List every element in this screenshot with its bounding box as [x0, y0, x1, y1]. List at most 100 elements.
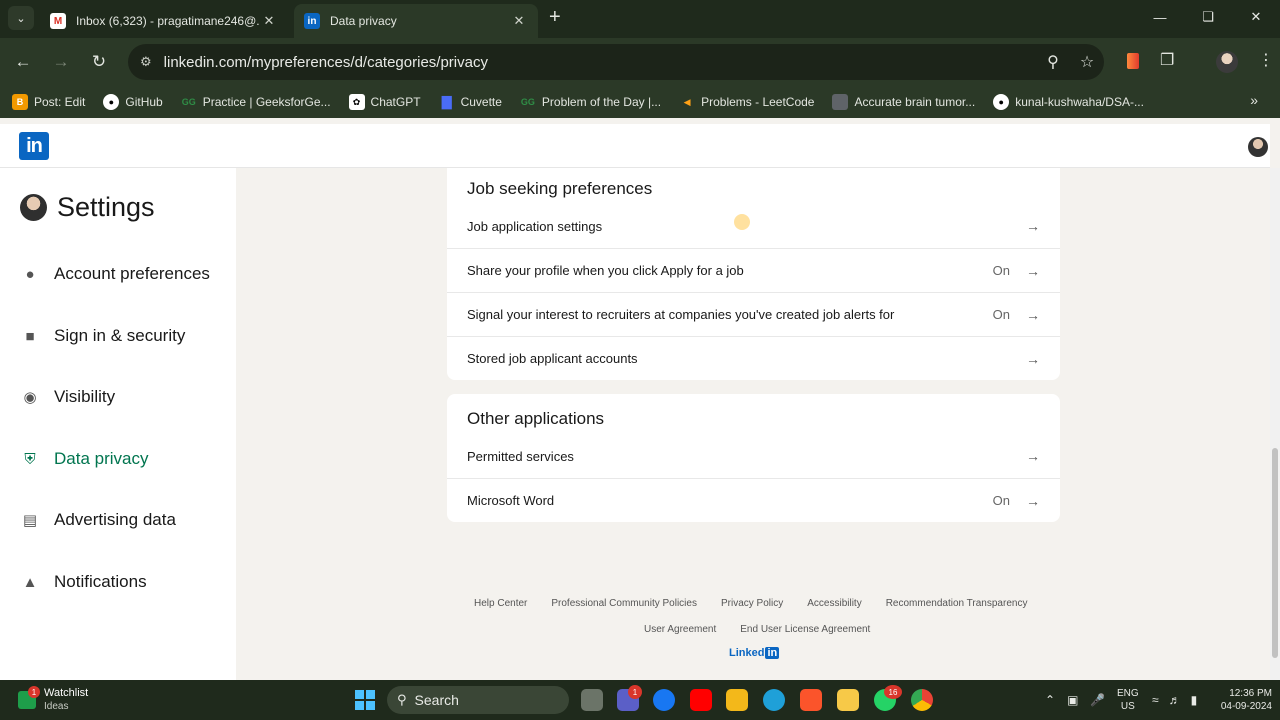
- row-label: Signal your interest to recruiters at co…: [467, 307, 895, 322]
- windows-taskbar: 1 Watchlist Ideas ⚲ Search 1 16 ⌃ ▣ 🎤 EN…: [0, 680, 1280, 720]
- row-share-profile-apply[interactable]: Share your profile when you click Apply …: [447, 248, 1060, 292]
- tab-data-privacy[interactable]: in Data privacy ✕: [294, 4, 538, 38]
- edge-icon[interactable]: [763, 689, 785, 711]
- status-text: On: [992, 307, 1010, 322]
- chatgpt-icon: ✿: [348, 94, 365, 110]
- close-icon[interactable]: ✕: [510, 13, 528, 29]
- task-view-icon[interactable]: [581, 689, 603, 711]
- footer-link[interactable]: Accessibility: [807, 598, 861, 609]
- show-hidden-icons-chevron-icon[interactable]: ⌃: [1045, 693, 1055, 707]
- taskbar-search[interactable]: ⚲ Search: [387, 686, 569, 714]
- reload-icon[interactable]: ↻: [88, 52, 110, 72]
- sidebar-item-advertising-data[interactable]: ▤ Advertising data: [20, 510, 176, 530]
- sidebar-item-label: Advertising data: [54, 510, 176, 529]
- forward-arrow-icon[interactable]: →: [50, 52, 72, 72]
- bookmark-post-edit[interactable]: B Post: Edit: [12, 94, 85, 110]
- linkedin-icon: in: [304, 13, 320, 29]
- url-text[interactable]: linkedin.com/mypreferences/d/categories/…: [164, 54, 1036, 71]
- address-bar[interactable]: ⚙ linkedin.com/mypreferences/d/categorie…: [128, 44, 1104, 80]
- bookmark-geeksforgeeks[interactable]: GG Practice | GeeksforGe...: [181, 94, 331, 110]
- back-arrow-icon[interactable]: ←: [12, 52, 34, 72]
- file-explorer-icon[interactable]: [837, 689, 859, 711]
- windows-start-icon[interactable]: [355, 690, 375, 710]
- chrome-menu-icon[interactable]: ⋮: [1258, 50, 1274, 70]
- bell-icon: ▲: [22, 573, 38, 591]
- chrome-icon[interactable]: [911, 689, 933, 711]
- header-avatar[interactable]: [1248, 137, 1268, 157]
- bookmarks-overflow-icon[interactable]: »: [1250, 92, 1258, 108]
- github-icon: ●: [103, 94, 120, 110]
- sidebar-item-data-privacy[interactable]: ⛨ Data privacy: [20, 449, 148, 469]
- minimize-icon[interactable]: —: [1136, 0, 1184, 34]
- extensions-puzzle-icon[interactable]: ❐: [1160, 50, 1174, 70]
- sidebar-item-visibility[interactable]: ◉ Visibility: [20, 387, 115, 407]
- tab-gmail[interactable]: M Inbox (6,323) - pragatimane246@... ✕: [40, 4, 288, 38]
- bookmark-leetcode[interactable]: ◀ Problems - LeetCode: [679, 94, 815, 110]
- volume-icon: ♬: [1168, 693, 1181, 707]
- site-info-icon[interactable]: ⚙: [140, 54, 152, 70]
- linkedin-logo-icon[interactable]: in: [19, 132, 49, 160]
- microsoft-store-icon[interactable]: [726, 689, 748, 711]
- window-controls: — ❏ ✕: [1136, 0, 1280, 34]
- row-stored-applicant-accounts[interactable]: Stored job applicant accounts →: [447, 336, 1060, 380]
- new-tab-plus-icon[interactable]: +: [549, 7, 561, 27]
- arrow-right-icon: →: [1026, 262, 1040, 279]
- bookmark-cuvette[interactable]: ▇ Cuvette: [439, 94, 502, 110]
- bookmark-label: Post: Edit: [34, 95, 86, 109]
- scrollbar-thumb[interactable]: [1272, 448, 1278, 658]
- eye-icon: ◉: [23, 389, 37, 406]
- row-permitted-services[interactable]: Permitted services →: [447, 434, 1060, 478]
- brave-icon[interactable]: [800, 689, 822, 711]
- footer-link[interactable]: Help Center: [474, 598, 527, 609]
- restore-icon[interactable]: ❏: [1184, 0, 1232, 34]
- close-icon[interactable]: ✕: [260, 13, 278, 29]
- footer-link[interactable]: Privacy Policy: [721, 598, 783, 609]
- bookmark-star-icon[interactable]: ☆: [1070, 52, 1104, 72]
- zoom-search-icon[interactable]: ⚲: [1036, 52, 1070, 72]
- ad-icon: ▤: [22, 512, 38, 529]
- cuvette-icon: ▇: [441, 94, 452, 109]
- row-signal-interest-recruiters[interactable]: Signal your interest to recruiters at co…: [447, 292, 1060, 336]
- arrow-right-icon: →: [1026, 306, 1040, 323]
- browser-profile-avatar[interactable]: [1216, 51, 1238, 73]
- linkedin-header: in: [0, 124, 1270, 168]
- arrow-right-icon: →: [1026, 448, 1040, 464]
- window-close-icon[interactable]: ✕: [1232, 0, 1280, 34]
- language-region: US: [1120, 701, 1135, 712]
- input-language-indicator[interactable]: ENG US: [1117, 687, 1139, 713]
- microphone-icon[interactable]: 🎤: [1090, 693, 1105, 707]
- bookmark-label: Practice | GeeksforGe...: [202, 95, 331, 109]
- section-title: Other applications: [467, 409, 605, 428]
- bookmark-github[interactable]: ● GitHub: [103, 94, 163, 110]
- sidebar-item-label: Sign in & security: [54, 326, 186, 345]
- facebook-icon[interactable]: [653, 689, 675, 711]
- tab-search-chevron-icon[interactable]: ⌄: [8, 6, 34, 30]
- footer-link[interactable]: Professional Community Policies: [551, 598, 697, 609]
- geeksforgeeks-icon: GG: [181, 97, 196, 107]
- page-scrollbar[interactable]: [1270, 168, 1280, 680]
- bookmark-chatgpt[interactable]: ✿ ChatGPT: [348, 94, 421, 110]
- tray-app-icon[interactable]: ▣: [1067, 693, 1078, 707]
- browser-tab-bar: ⌄ M Inbox (6,323) - pragatimane246@... ✕…: [0, 0, 1280, 38]
- sidebar-item-account-preferences[interactable]: ● Account preferences: [20, 264, 209, 284]
- quick-settings[interactable]: ≈ ♬ ▮: [1152, 680, 1197, 720]
- row-microsoft-word[interactable]: Microsoft Word On →: [447, 478, 1060, 522]
- shield-icon: ⛨: [24, 450, 36, 468]
- extension-icon[interactable]: [1127, 53, 1139, 69]
- taskbar-clock[interactable]: 12:36 PM 04-09-2024: [1216, 687, 1272, 713]
- footer-link[interactable]: Recommendation Transparency: [886, 598, 1028, 609]
- bookmark-problem-of-the-day[interactable]: GG Problem of the Day |...: [520, 94, 661, 110]
- settings-sidebar: Settings ● Account preferences ■ Sign in…: [0, 168, 236, 680]
- watchlist-widget[interactable]: 1 Watchlist Ideas: [18, 686, 88, 713]
- bookmark-kunal-dsa[interactable]: ● kunal-kushwaha/DSA-...: [993, 94, 1144, 110]
- footer-link[interactable]: End User License Agreement: [740, 624, 870, 635]
- youtube-icon[interactable]: [690, 689, 712, 711]
- sidebar-item-notifications[interactable]: ▲ Notifications: [20, 572, 147, 592]
- footer-link[interactable]: User Agreement: [644, 624, 716, 635]
- watchlist-subtitle: Ideas: [44, 701, 69, 712]
- bookmark-brain-tumor[interactable]: Accurate brain tumor...: [832, 94, 975, 110]
- row-job-application-settings[interactable]: Job application settings →: [447, 204, 1060, 248]
- sidebar-item-sign-in-security[interactable]: ■ Sign in & security: [20, 326, 185, 346]
- row-label: Share your profile when you click Apply …: [467, 263, 744, 278]
- battery-icon: ▮: [1190, 693, 1198, 707]
